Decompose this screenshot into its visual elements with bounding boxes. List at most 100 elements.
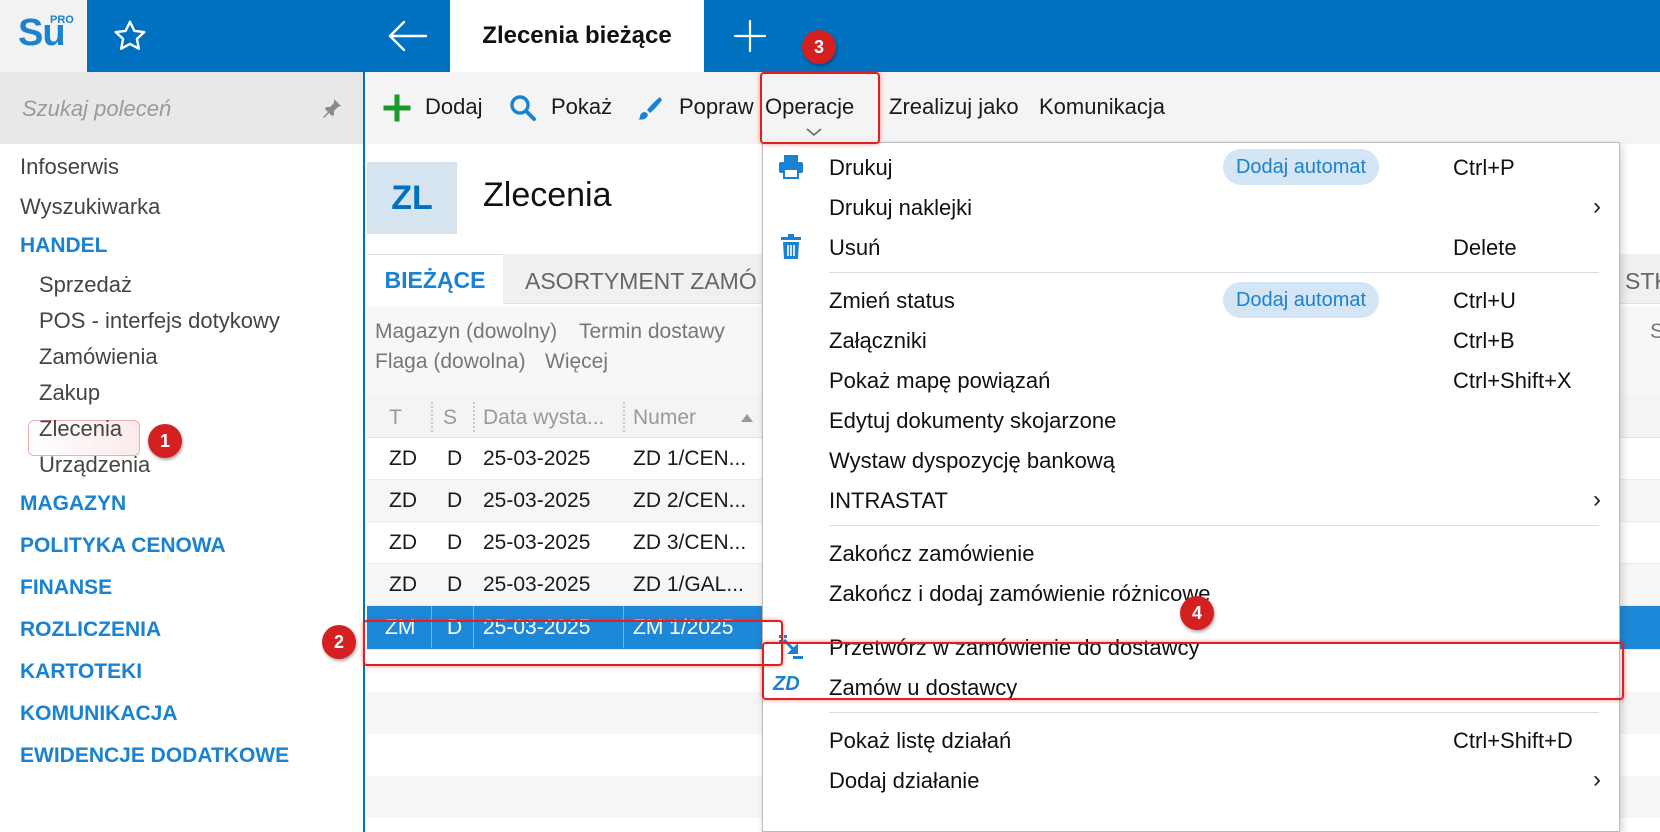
highlight-selected-row xyxy=(363,620,783,666)
menu-shortcut: Ctrl+U xyxy=(1453,288,1516,313)
edit-button[interactable]: Popraw xyxy=(679,94,754,120)
brush-icon[interactable] xyxy=(635,94,663,122)
menu-label: Pokaż listę działań xyxy=(829,728,1012,753)
column-header-t[interactable]: T xyxy=(389,406,402,430)
menu-item-change-status[interactable]: Zmień status Dodaj automat Ctrl+U xyxy=(763,280,1621,320)
submenu-chevron-icon: › xyxy=(1593,766,1601,793)
column-header-date[interactable]: Data wysta... xyxy=(483,406,604,430)
menu-item-print[interactable]: Drukuj Dodaj automat Ctrl+P xyxy=(763,147,1621,187)
menu-item-attachments[interactable]: Załączniki Ctrl+B xyxy=(763,320,1621,360)
back-arrow-icon[interactable] xyxy=(386,18,428,54)
add-automat-pill[interactable]: Dodaj automat xyxy=(1223,149,1379,185)
operations-menu: Drukuj Dodaj automat Ctrl+P Drukuj nakle… xyxy=(762,142,1620,832)
column-header-number[interactable]: Numer xyxy=(633,406,696,430)
logo-pro-label: PRO xyxy=(50,14,74,26)
show-button[interactable]: Pokaż xyxy=(551,94,612,120)
menu-shortcut: Delete xyxy=(1453,235,1517,260)
menu-item-intrastat[interactable]: INTRASTAT › xyxy=(763,480,1621,520)
menu-label: Zakończ i dodaj zamówienie różnicowe xyxy=(829,581,1211,606)
filter-warehouse[interactable]: Magazyn (dowolny) xyxy=(375,320,557,344)
tab-biezace[interactable]: BIEŻĄCE xyxy=(367,254,503,306)
tab-stk[interactable]: STK xyxy=(1625,268,1660,295)
filter-flag[interactable]: Flaga (dowolna) xyxy=(375,350,526,374)
tab-asortyment[interactable]: ASORTYMENT ZAMÓ xyxy=(525,268,757,295)
menu-item-delete[interactable]: Usuń Delete xyxy=(763,227,1621,267)
add-button[interactable]: Dodaj xyxy=(425,94,482,120)
sidebar-item-zlecenia[interactable]: Zlecenia xyxy=(39,416,122,442)
tab-zlecenia-biezace[interactable]: Zlecenia bieżące xyxy=(450,0,704,72)
filter-right-stub: S xyxy=(1650,320,1660,343)
menu-label: Pokaż mapę powiązań xyxy=(829,368,1051,393)
search-icon[interactable] xyxy=(509,94,537,122)
column-separator xyxy=(431,402,433,432)
menu-item-finish-order[interactable]: Zakończ zamówienie xyxy=(763,533,1621,573)
callout-badge-4: 4 xyxy=(1180,596,1214,630)
sidebar-section-handel[interactable]: HANDEL xyxy=(20,234,108,258)
trash-icon xyxy=(781,234,801,259)
realize-as-button[interactable]: Zrealizuj jako xyxy=(889,94,1019,120)
sidebar-section-magazyn[interactable]: MAGAZYN xyxy=(20,492,126,516)
page-title: Zlecenia xyxy=(483,176,612,214)
menu-label: Usuń xyxy=(829,235,881,260)
cell-status: D xyxy=(447,489,463,512)
sidebar-item-sprzedaz[interactable]: Sprzedaż xyxy=(39,272,132,298)
sidebar-item-zamowienia[interactable]: Zamówienia xyxy=(39,344,158,370)
cell-status: D xyxy=(447,573,463,596)
menu-label: Zakończ zamówienie xyxy=(829,541,1035,566)
filter-delivery-term[interactable]: Termin dostawy xyxy=(579,320,725,344)
add-plus-icon[interactable] xyxy=(383,94,411,122)
app-logo[interactable]: Su PRO xyxy=(0,0,87,72)
cell-status: D xyxy=(447,447,463,470)
menu-shortcut: Ctrl+Shift+X xyxy=(1453,368,1572,393)
command-search-input[interactable]: Szukaj poleceń xyxy=(0,72,363,144)
menu-shortcut: Ctrl+B xyxy=(1453,328,1515,353)
menu-label: INTRASTAT xyxy=(829,488,948,513)
menu-item-show-map[interactable]: Pokaż mapę powiązań Ctrl+Shift+X xyxy=(763,360,1621,400)
sort-ascending-icon xyxy=(741,414,753,422)
menu-label: Załączniki xyxy=(829,328,927,353)
cell-type: ZD xyxy=(389,447,417,470)
cell-date: 25-03-2025 xyxy=(483,489,591,512)
cell-type: ZD xyxy=(389,531,417,554)
sidebar-section-polityka-cenowa[interactable]: POLITYKA CENOWA xyxy=(20,534,226,558)
cell-date: 25-03-2025 xyxy=(483,531,591,554)
menu-item-bank-order[interactable]: Wystaw dyspozycję bankową xyxy=(763,440,1621,480)
menu-label: Zmień status xyxy=(829,288,955,313)
sidebar-section-ewidencje[interactable]: EWIDENCJE DODATKOWE xyxy=(20,744,289,768)
callout-badge-1: 1 xyxy=(148,424,182,458)
menu-label: Edytuj dokumenty skojarzone xyxy=(829,408,1117,433)
sidebar-item-infoserwis[interactable]: Infoserwis xyxy=(20,154,119,180)
sidebar-section-kartoteki[interactable]: KARTOTEKI xyxy=(20,660,142,684)
submenu-chevron-icon: › xyxy=(1593,486,1601,513)
new-tab-plus-icon[interactable] xyxy=(732,18,768,54)
submenu-chevron-icon: › xyxy=(1593,193,1601,220)
sidebar-item-zakup[interactable]: Zakup xyxy=(39,380,100,406)
sidebar-section-komunikacja[interactable]: KOMUNIKACJA xyxy=(20,702,178,726)
pin-icon[interactable] xyxy=(320,96,344,120)
sidebar-item-pos[interactable]: POS - interfejs dotykowy xyxy=(39,308,280,334)
menu-item-print-labels[interactable]: Drukuj naklejki › xyxy=(763,187,1621,227)
sidebar-item-wyszukiwarka[interactable]: Wyszukiwarka xyxy=(20,194,160,220)
communication-button[interactable]: Komunikacja xyxy=(1039,94,1165,120)
cell-number: ZD 2/CEN... xyxy=(633,489,747,512)
sidebar-section-finanse[interactable]: FINANSE xyxy=(20,576,112,600)
sidebar-section-rozliczenia[interactable]: ROZLICZENIA xyxy=(20,618,161,642)
search-placeholder: Szukaj poleceń xyxy=(22,96,172,121)
filter-more[interactable]: Więcej xyxy=(545,350,608,374)
column-header-s[interactable]: S xyxy=(443,406,457,430)
menu-separator xyxy=(829,712,1599,713)
sidebar-item-urzadzenia[interactable]: Urządzenia xyxy=(39,452,150,478)
menu-shortcut: Ctrl+Shift+D xyxy=(1453,728,1573,753)
menu-item-show-actions[interactable]: Pokaż listę działań Ctrl+Shift+D xyxy=(763,720,1621,760)
menu-label: Drukuj naklejki xyxy=(829,195,973,220)
add-automat-pill[interactable]: Dodaj automat xyxy=(1223,282,1379,318)
cell-status: D xyxy=(447,531,463,554)
column-separator xyxy=(623,402,625,432)
cell-date: 25-03-2025 xyxy=(483,573,591,596)
cell-type: ZD xyxy=(389,489,417,512)
highlight-convert-item xyxy=(762,642,1624,700)
star-icon[interactable] xyxy=(112,18,148,54)
menu-item-add-action[interactable]: Dodaj działanie › xyxy=(763,760,1621,800)
menu-item-edit-linked[interactable]: Edytuj dokumenty skojarzone xyxy=(763,400,1621,440)
column-separator xyxy=(473,402,475,432)
